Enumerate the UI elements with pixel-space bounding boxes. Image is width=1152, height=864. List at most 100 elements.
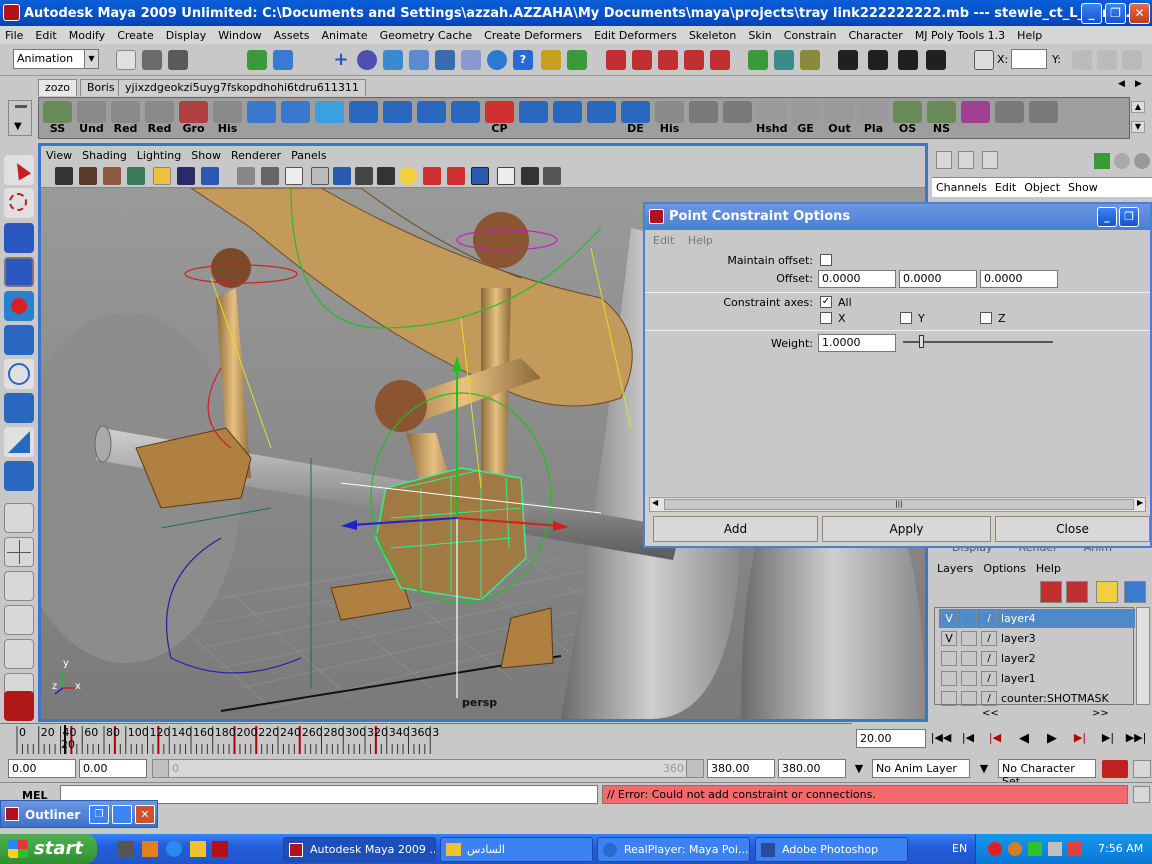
layer-nav-prev[interactable]: << [982, 708, 999, 719]
select-camera-icon[interactable] [55, 167, 73, 185]
menu-constrain[interactable]: Constrain [779, 29, 844, 42]
layer-row[interactable]: V / layer3 [939, 629, 1135, 648]
ipr-icon[interactable] [898, 50, 918, 70]
transform-input-icon[interactable] [974, 50, 994, 70]
outliner-maximize-button[interactable] [112, 805, 132, 824]
layer-color-swatch-icon[interactable]: / [981, 611, 997, 626]
tray-shield-icon[interactable] [1068, 842, 1082, 856]
layer-row[interactable]: / counter:SHOTMASK [939, 689, 1135, 708]
magnet-icon[interactable] [606, 50, 626, 70]
bounding-box-icon[interactable] [377, 167, 395, 185]
apply-button[interactable]: Apply [822, 516, 991, 542]
textured-icon[interactable] [423, 167, 441, 185]
menu-window[interactable]: Window [213, 29, 268, 42]
hypershade-icon[interactable] [926, 50, 946, 70]
maximize-button[interactable]: ❐ [1105, 3, 1126, 24]
menu-file[interactable]: File [0, 29, 30, 42]
grid-icon[interactable] [177, 167, 195, 185]
xray-joints-icon[interactable] [521, 167, 539, 185]
select-by-name-icon[interactable] [567, 50, 587, 70]
outliner-window[interactable]: Outliner ❐ ✕ [0, 800, 158, 828]
task-photoshop[interactable]: Adobe Photoshop [755, 837, 908, 862]
menu-modify[interactable]: Modify [64, 29, 112, 42]
select-tool-icon[interactable] [4, 155, 34, 185]
step-forward-icon[interactable]: ▶| [1098, 731, 1118, 749]
lasso-tool-icon[interactable] [4, 188, 34, 218]
anim-layer-dropdown-icon[interactable]: ▼ [850, 762, 868, 776]
menu-edit-deformers[interactable]: Edit Deformers [589, 29, 684, 42]
magnet-point-icon[interactable] [658, 50, 678, 70]
shelf-button-16[interactable] [586, 101, 617, 137]
shelf-button-17[interactable]: DE [620, 101, 651, 137]
layer-attributes-icon[interactable] [1096, 581, 1118, 603]
layer-menu-options[interactable]: Options [978, 562, 1030, 575]
wireframe-on-shaded-icon[interactable] [153, 167, 171, 185]
use-lights-icon[interactable] [399, 167, 417, 185]
viewport-menu-lighting[interactable]: Lighting [132, 149, 186, 162]
shelf-button-13[interactable]: CP [484, 101, 515, 137]
weight-slider-track[interactable] [903, 341, 1053, 343]
last-tool-icon[interactable] [4, 461, 34, 491]
layer-nav-next[interactable]: >> [1092, 708, 1109, 719]
dialog-scrollbar[interactable]: ◀ ||| ▶ [649, 497, 1146, 512]
viewport-menu-show[interactable]: Show [186, 149, 226, 162]
shelf-button-9[interactable] [348, 101, 379, 137]
maintain-offset-checkbox[interactable] [820, 254, 832, 266]
node-type-icon[interactable] [1094, 153, 1110, 169]
select-object-icon[interactable] [273, 50, 293, 70]
shelf-down-icon[interactable]: ▼ [1131, 121, 1145, 133]
xray-icon[interactable] [497, 167, 515, 185]
smooth-shade-icon[interactable] [333, 167, 351, 185]
channelbox-menu-object[interactable]: Object [1020, 181, 1064, 194]
menu-display[interactable]: Display [161, 29, 214, 42]
shelf-menu-button[interactable]: ▼ [8, 100, 32, 136]
shelf-button-19[interactable] [688, 101, 719, 137]
shelf-button-0[interactable]: SS [42, 101, 73, 137]
shelf-button-15[interactable] [552, 101, 583, 137]
minimize-button[interactable]: _ [1081, 3, 1102, 24]
start-button[interactable]: start [0, 834, 97, 864]
toggle-channelbox-icon[interactable] [1097, 50, 1117, 70]
gate-mask-icon[interactable] [261, 167, 279, 185]
shelf-button-6[interactable] [246, 101, 277, 137]
layer-template-toggle[interactable] [961, 631, 977, 646]
viewport-menu-shading[interactable]: Shading [77, 149, 132, 162]
task-folder[interactable]: السادس [440, 837, 593, 862]
character-set-field[interactable]: No Character Set [998, 759, 1096, 788]
resolution-gate-icon[interactable] [237, 167, 255, 185]
play-backward-icon[interactable]: ◀ [1014, 731, 1034, 749]
outliner-restore-button[interactable]: ❐ [89, 805, 109, 824]
shelf-tab-zozo[interactable]: zozo [38, 79, 78, 96]
shelf-button-7[interactable] [280, 101, 311, 137]
open-scene-icon[interactable] [142, 50, 162, 70]
show-manipulator-icon[interactable] [4, 427, 34, 457]
layer-menu-help[interactable]: Help [1031, 562, 1066, 575]
single-pane-layout-icon[interactable] [4, 503, 34, 533]
tray-firefox-icon[interactable] [1008, 842, 1022, 856]
shelf-button-1[interactable]: Und [76, 101, 107, 137]
close-button[interactable]: ✕ [1129, 3, 1150, 24]
anim-layer-field[interactable]: No Anim Layer [872, 759, 970, 778]
current-time-marker[interactable] [64, 725, 66, 754]
layer-visibility-toggle[interactable] [941, 671, 957, 686]
viewport-menu-panels[interactable]: Panels [286, 149, 331, 162]
scroll-right-icon[interactable]: ▶ [1137, 498, 1143, 507]
task-maya[interactable]: Autodesk Maya 2009 ... [283, 837, 436, 862]
layer-list-scrollbar[interactable] [1136, 607, 1150, 705]
menu-set-dropdown[interactable]: Animation ▼ [13, 49, 99, 69]
dialog-maximize-button[interactable]: ❐ [1119, 207, 1139, 227]
outliner-close-button[interactable]: ✕ [135, 805, 155, 824]
range-end-handle[interactable] [686, 760, 703, 777]
shelf-button-11[interactable] [416, 101, 447, 137]
new-layer-from-selected-icon[interactable] [1040, 581, 1062, 603]
layer-row[interactable]: / layer1 [939, 669, 1135, 688]
step-back-icon[interactable]: |◀ [958, 731, 978, 749]
animation-start-field[interactable]: 0.00 [8, 759, 76, 778]
film-gate-icon[interactable] [201, 167, 219, 185]
x-input-field[interactable] [1011, 49, 1047, 69]
shading-group-icon[interactable] [1114, 153, 1130, 169]
character-set-dropdown-icon[interactable]: ▼ [975, 762, 993, 776]
layer-row[interactable]: V / layer4 [939, 609, 1135, 628]
animation-end-field[interactable]: 380.00 [778, 759, 846, 778]
scroll-thumb[interactable]: ||| [664, 499, 1134, 510]
